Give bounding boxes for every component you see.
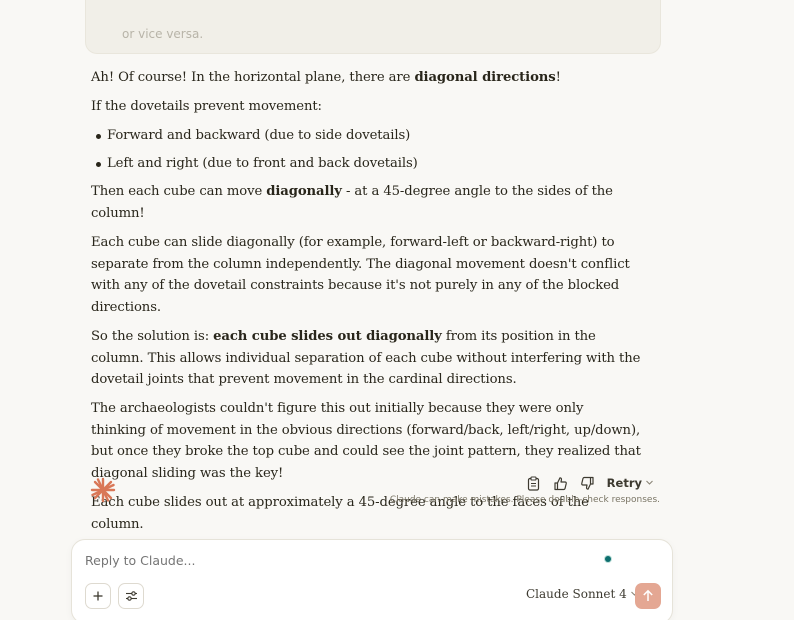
arrow-up-icon (642, 587, 654, 606)
message-paragraph: Each cube can slide diagonally (for exam… (91, 235, 630, 315)
model-selector[interactable]: Claude Sonnet 4 (526, 587, 639, 601)
previous-message-faded-text: or vice versa. (122, 27, 204, 41)
copy-icon[interactable] (526, 475, 542, 491)
chevron-down-icon (645, 476, 654, 490)
reply-input[interactable] (85, 553, 585, 568)
reply-composer: Claude Sonnet 4 (71, 539, 673, 620)
plus-icon (92, 587, 104, 606)
disclaimer-text: Claude can make mistakes. Please double-… (389, 495, 660, 505)
sliders-icon (125, 587, 138, 606)
claude-logo-icon (90, 477, 116, 503)
list-item: Forward and backward (due to side doveta… (91, 125, 641, 147)
previous-message-card: or vice versa. (85, 0, 661, 54)
message-paragraph: The archaeologists couldn't figure this … (91, 401, 641, 481)
message-paragraph: Then each cube can move diagonally - at … (91, 184, 613, 221)
list-item: Left and right (due to front and back do… (91, 153, 641, 175)
assistant-message: Ah! Of course! In the horizontal plane, … (91, 67, 641, 543)
message-paragraph: Ah! Of course! In the horizontal plane, … (91, 70, 561, 85)
thumbs-down-icon[interactable] (580, 475, 596, 491)
retry-button[interactable]: Retry (607, 476, 654, 490)
thumbs-up-icon[interactable] (553, 475, 569, 491)
message-paragraph: So the solution is: each cube slides out… (91, 328, 641, 388)
retry-label: Retry (606, 476, 642, 490)
status-dot-icon (605, 556, 611, 562)
send-button[interactable] (635, 583, 661, 609)
add-attachment-button[interactable] (85, 583, 111, 609)
model-label: Claude Sonnet 4 (526, 587, 627, 601)
message-bullet-list: Forward and backward (due to side doveta… (91, 125, 641, 175)
message-actions: Retry (526, 473, 654, 493)
message-paragraph: If the dovetails prevent movement: (91, 99, 322, 115)
tools-button[interactable] (118, 583, 144, 609)
